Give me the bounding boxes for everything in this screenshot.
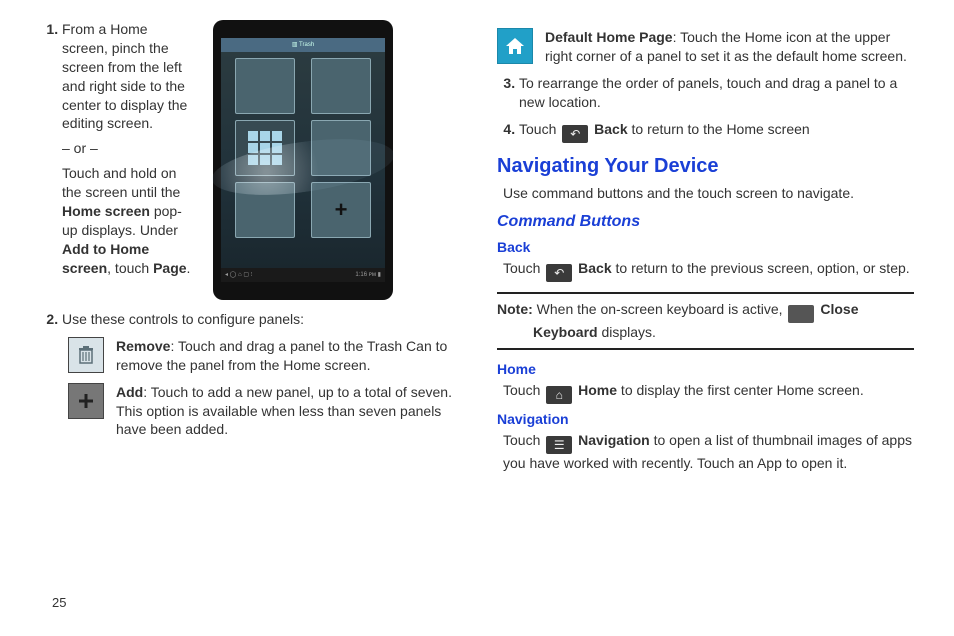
panel-thumb	[311, 58, 371, 114]
keyboard-down-icon: ⌄	[788, 305, 814, 323]
b: Remove	[116, 338, 170, 354]
tablet-header: ▥ Trash	[221, 38, 385, 52]
t: Touch	[503, 260, 544, 276]
b: Page	[153, 260, 186, 276]
page-number: 25	[52, 594, 66, 612]
note-block: Note: When the on-screen keyboard is act…	[497, 292, 914, 350]
panel-thumb	[235, 58, 295, 114]
step-2: Use these controls to configure panels:	[62, 310, 457, 329]
recent-apps-icon: ☰	[546, 436, 572, 454]
remove-row: Remove: Touch and drag a panel to the Tr…	[68, 337, 457, 375]
heading-home: Home	[497, 360, 914, 379]
home-icon	[497, 28, 533, 64]
step-1: From a Home screen, pinch the screen fro…	[62, 20, 195, 278]
step1-alt: Touch and hold on the screen until the H…	[62, 164, 195, 277]
panel-thumb-selected	[235, 120, 295, 176]
default-home-desc: Default Home Page: Touch the Home icon a…	[545, 28, 914, 66]
b: Home screen	[62, 203, 150, 219]
tablet-body	[221, 52, 385, 268]
t: to display the first center Home screen.	[617, 382, 864, 398]
b: Default Home Page	[545, 29, 673, 45]
note-label: Note:	[497, 301, 533, 317]
step-3: To rearrange the order of panels, touch …	[519, 74, 914, 112]
t: When the on-screen keyboard is active,	[533, 301, 787, 317]
footer-right: 1:16 ᴘᴍ ▮	[355, 271, 381, 279]
panel-add	[311, 182, 371, 238]
panel-thumb	[311, 120, 371, 176]
b: Back	[578, 260, 611, 276]
t: Touch and hold on the screen until the	[62, 165, 180, 200]
t: displays.	[598, 324, 656, 340]
step-4: Touch ↶ Back to return to the Home scree…	[519, 120, 914, 143]
t: Touch	[503, 432, 544, 448]
tablet-screenshot: ▥ Trash	[213, 20, 393, 300]
home-icon: ⌂	[546, 386, 572, 404]
b: Navigation	[578, 432, 650, 448]
tablet-footer: ◂ ◯ ⌂ ▢ ⁝ 1:16 ᴘᴍ ▮	[221, 268, 385, 282]
trash-icon	[68, 337, 104, 373]
t: , touch	[107, 260, 153, 276]
plus-icon	[68, 383, 104, 419]
add-desc: Add: Touch to add a new panel, up to a t…	[116, 383, 457, 440]
panel-thumb	[235, 182, 295, 238]
remove-desc: Remove: Touch and drag a panel to the Tr…	[116, 337, 457, 375]
back-desc: Touch ↶ Back to return to the previous s…	[503, 259, 914, 282]
t: : Touch to add a new panel, up to a tota…	[116, 384, 452, 438]
b: Home	[578, 382, 617, 398]
b: Add	[116, 384, 143, 400]
footer-left: ◂ ◯ ⌂ ▢ ⁝	[225, 271, 253, 279]
back-icon: ↶	[546, 264, 572, 282]
heading-back: Back	[497, 238, 914, 257]
heading-navigation: Navigation	[497, 410, 914, 429]
t: Touch	[519, 121, 560, 137]
t: to return to the Home screen	[628, 121, 810, 137]
nav-intro: Use command buttons and the touch screen…	[503, 184, 914, 203]
add-row: Add: Touch to add a new panel, up to a t…	[68, 383, 457, 440]
home-desc: Touch ⌂ Home to display the first center…	[503, 381, 914, 404]
t: Touch	[503, 382, 544, 398]
step1-or: – or –	[62, 139, 195, 158]
navigation-desc: Touch ☰ Navigation to open a list of thu…	[503, 431, 914, 473]
step1-text-a: From a Home screen, pinch the screen fro…	[62, 21, 187, 131]
t: .	[187, 260, 191, 276]
t: to return to the previous screen, option…	[612, 260, 910, 276]
b: Back	[594, 121, 627, 137]
default-home-row: Default Home Page: Touch the Home icon a…	[497, 28, 914, 66]
heading-command-buttons: Command Buttons	[497, 211, 914, 233]
back-icon: ↶	[562, 125, 588, 143]
heading-navigating: Navigating Your Device	[497, 153, 914, 180]
